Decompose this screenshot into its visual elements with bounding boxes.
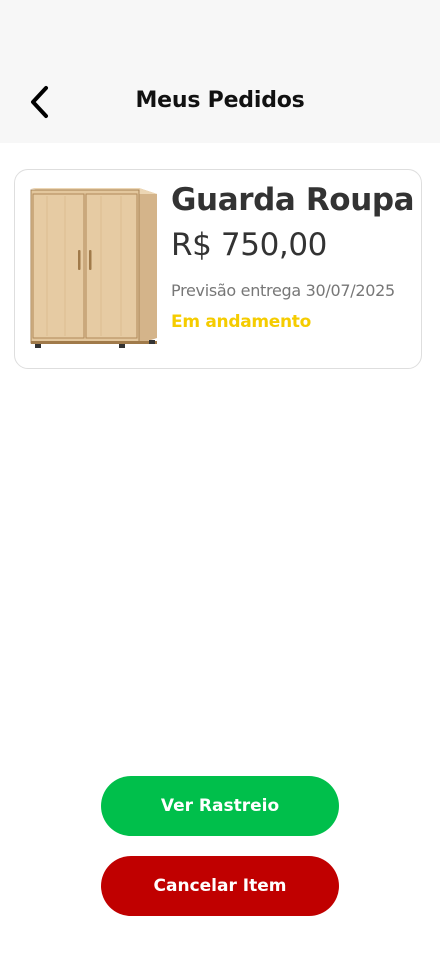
wardrobe-image (30, 188, 157, 348)
order-card[interactable]: Guarda Roupa R$ 750,00 Previsão entrega … (14, 169, 422, 369)
order-status: Em andamento (171, 312, 312, 332)
product-name: Guarda Roupa (171, 182, 415, 218)
page-title: Meus Pedidos (135, 88, 305, 113)
cancel-item-button[interactable]: Cancelar Item (101, 856, 339, 916)
track-order-button[interactable]: Ver Rastreio (101, 776, 339, 836)
delivery-forecast: Previsão entrega 30/07/2025 (171, 281, 395, 300)
app-header: Meus Pedidos (0, 0, 440, 143)
product-price: R$ 750,00 (171, 227, 327, 263)
